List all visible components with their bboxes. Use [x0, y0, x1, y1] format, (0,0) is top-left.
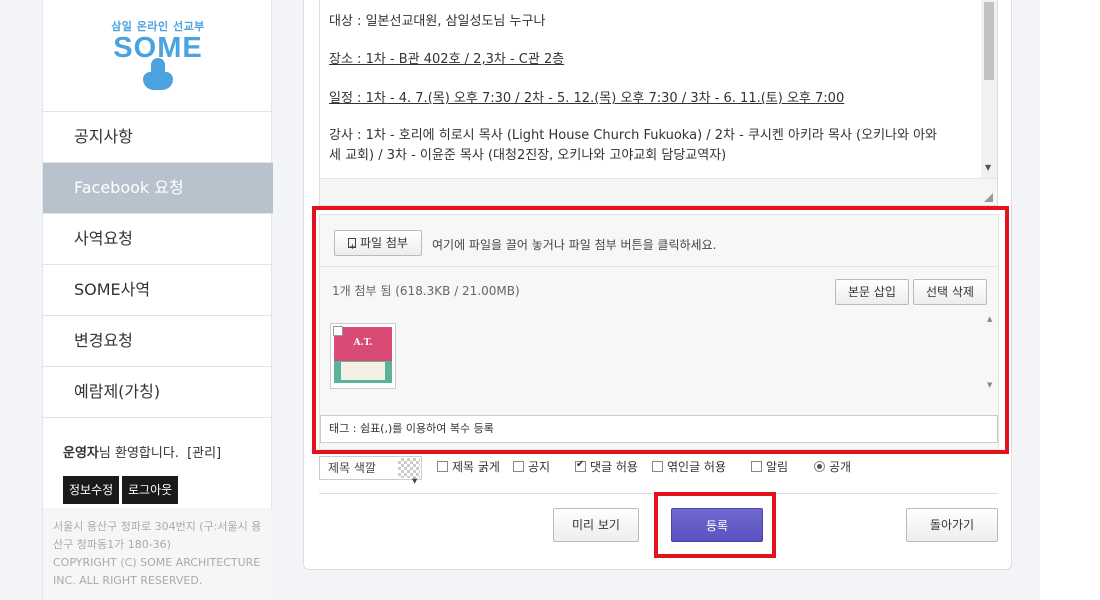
- sidebar-item-yeramje[interactable]: 예람제(가칭): [43, 367, 273, 418]
- logo[interactable]: 삼일 온라인 선교부 SOME: [43, 0, 273, 112]
- sidebar-item-facebook-request[interactable]: Facebook 요청: [43, 163, 273, 214]
- notify-option[interactable]: 알림: [751, 458, 788, 475]
- allow-comments-option[interactable]: 댓글 허용: [575, 458, 638, 475]
- footer-info: 서울시 용산구 청파로 304번지 (구:서울시 용산구 청파동1가 180-3…: [53, 518, 263, 590]
- allow-comments-label: 댓글 허용: [590, 460, 638, 474]
- welcome-message: 운영자님 환영합니다. [관리]: [63, 442, 221, 461]
- editor-line: 장소 : 1차 - B관 402호 / 2,3차 - C관 2층: [329, 52, 565, 67]
- greeting-text: 님 환영합니다.: [98, 446, 179, 461]
- notify-label: 알림: [766, 460, 789, 474]
- footer-copyright: COPYRIGHT (C) SOME ARCHITECTURE INC. ALL…: [53, 556, 261, 587]
- bold-title-checkbox[interactable]: [437, 461, 448, 472]
- editor-scroll-thumb[interactable]: [984, 2, 994, 80]
- dropdown-arrow-icon[interactable]: ▼: [412, 470, 417, 492]
- allow-comments-checkbox[interactable]: [575, 459, 586, 472]
- sidebar-item-some-ministry[interactable]: SOME사역: [43, 265, 273, 316]
- hand-icon: [151, 58, 165, 90]
- notice-checkbox[interactable]: [513, 461, 524, 472]
- editor-line: 대상 : 일본선교대원, 삼일성도님 누구나: [329, 14, 546, 29]
- user-name: 운영자: [63, 446, 99, 461]
- allow-trackback-option[interactable]: 엮인글 허용: [652, 458, 726, 475]
- scroll-down-icon[interactable]: ▼: [985, 163, 991, 172]
- notice-option[interactable]: 공지: [513, 458, 550, 475]
- back-button[interactable]: 돌아가기: [906, 508, 998, 542]
- title-color-select[interactable]: 제목 색깔 ▼: [319, 456, 422, 485]
- editor-line: 일정 : 1차 - 4. 7.(목) 오후 7:30 / 2차 - 5. 12.…: [329, 91, 845, 106]
- bold-title-option[interactable]: 제목 굵게: [437, 458, 500, 475]
- sidebar-item-ministry-request[interactable]: 사역요청: [43, 214, 273, 265]
- editor-line: 강사 : 1차 - 호리에 히로시 목사 (Light House Church…: [329, 128, 938, 143]
- public-label: 공개: [829, 460, 852, 474]
- content-editor[interactable]: 대상 : 일본선교대원, 삼일성도님 누구나 장소 : 1차 - B관 402호…: [319, 0, 998, 206]
- sidebar: 삼일 온라인 선교부 SOME 공지사항 Facebook 요청 사역요청 SO…: [42, 0, 273, 600]
- logout-button[interactable]: 로그아웃: [122, 476, 179, 504]
- editor-scrollbar[interactable]: ▼: [981, 0, 997, 178]
- highlight-submit-button: [654, 492, 776, 558]
- editor-status-bar: [320, 178, 997, 205]
- title-color-label: 제목 색깔: [328, 461, 376, 475]
- sidebar-item-notice[interactable]: 공지사항: [43, 112, 273, 163]
- sidebar-item-change-request[interactable]: 변경요청: [43, 316, 273, 367]
- allow-trackback-checkbox[interactable]: [652, 461, 663, 472]
- edit-info-button[interactable]: 정보수정: [63, 476, 120, 504]
- public-radio[interactable]: [814, 461, 825, 472]
- public-option[interactable]: 공개: [814, 458, 851, 475]
- admin-link[interactable]: [관리]: [187, 446, 221, 461]
- allow-trackback-label: 엮인글 허용: [667, 460, 727, 474]
- preview-button[interactable]: 미리 보기: [553, 508, 639, 542]
- page-gutter: [1040, 0, 1100, 600]
- notice-label: 공지: [528, 460, 551, 474]
- resize-handle-icon[interactable]: [984, 193, 993, 202]
- notify-checkbox[interactable]: [751, 461, 762, 472]
- footer-address: 서울시 용산구 청파로 304번지 (구:서울시 용산구 청파동1가 180-3…: [53, 520, 262, 551]
- highlight-attach-area: [312, 206, 1009, 454]
- editor-line: 세 교회) / 3차 - 이윤준 목사 (대청2진장, 오키나와 고야교회 담당…: [329, 148, 727, 163]
- bold-title-label: 제목 굵게: [452, 460, 500, 474]
